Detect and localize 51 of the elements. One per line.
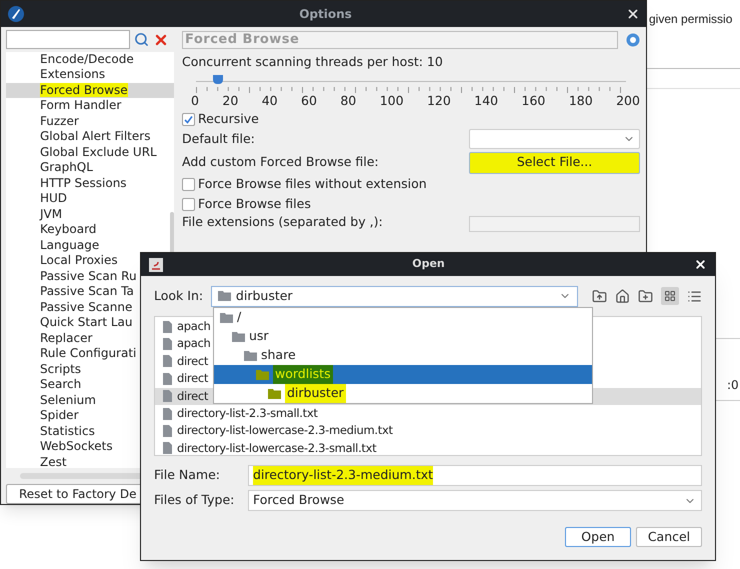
tick-label: 160 [522,93,546,108]
threads-label: Concurrent scanning threads per host: 10 [182,54,444,69]
tree-item-label: Form Handler [40,98,122,112]
dialog-title: Open [411,256,446,272]
tree-item-label: Statistics [40,424,95,438]
tree-item-label: Language [40,238,100,252]
tree-item-label: Global Exclude URL [40,144,157,159]
tree-item-label: Passive Scan Ru [40,268,137,283]
checkbox-label: Force Browse files [198,195,311,214]
tick-label: 120 [426,93,451,108]
tree-item-label: Selenium [40,392,96,407]
tree-item-label: Spider [40,408,79,422]
tick-label: 200 [616,93,640,108]
look-in-label: Look In: [154,286,204,305]
tree-item-label: Extensions [40,67,106,82]
tick-label: 140 [474,93,498,108]
tree-item-label: Keyboard [40,222,96,236]
tree-item-label: HUD [40,191,68,206]
checkbox-label: Force Browse files without extension [198,175,427,194]
default-file-label: Default file: [182,130,255,148]
file-name-label: File Name: [154,466,221,484]
tick-label: 0 [191,93,199,108]
tree-item-label: Rule Configurati [40,346,136,360]
tree-item-label: GraphQL [40,160,93,174]
custom-file-label: Add custom Forced Browse file: [182,153,379,172]
tree-item-label: Passive Scanne [40,300,132,314]
tree-item-label: JVM [40,206,62,221]
page-text: given permissio [649,11,732,28]
tree-item-label: Search [40,377,82,392]
tree-item-label: Encode/Decode [40,52,134,66]
tick-label: 100 [380,93,404,108]
tree-item-label: Replacer [40,330,92,345]
tick-label: 180 [568,93,593,108]
tree-item-label: Global Alert Filters [40,129,150,144]
window-title: Options [298,6,353,23]
tree-item-label: Scripts [40,362,82,376]
extensions-label: File extensions (separated by ,): [182,214,383,229]
table-cell-text: :0 [727,377,739,394]
tick-label: 20 [222,93,238,108]
tree-item-label: Quick Start Lau [40,315,133,330]
checkbox-label: Recursive [198,110,259,128]
tree-item-label: Zest [40,454,67,468]
tree-item-label: Local Proxies [40,253,118,268]
tree-item-label: HTTP Sessions [40,176,127,190]
tick-label: 40 [262,93,278,108]
tree-item-label: Fuzzer [40,114,79,128]
tick-label: 60 [301,93,317,108]
panel-title: Forced Browse [182,31,618,49]
tree-item-label: WebSockets [40,439,113,454]
tick-label: 80 [340,93,356,108]
tree-item-label: Forced Browse [40,82,128,97]
